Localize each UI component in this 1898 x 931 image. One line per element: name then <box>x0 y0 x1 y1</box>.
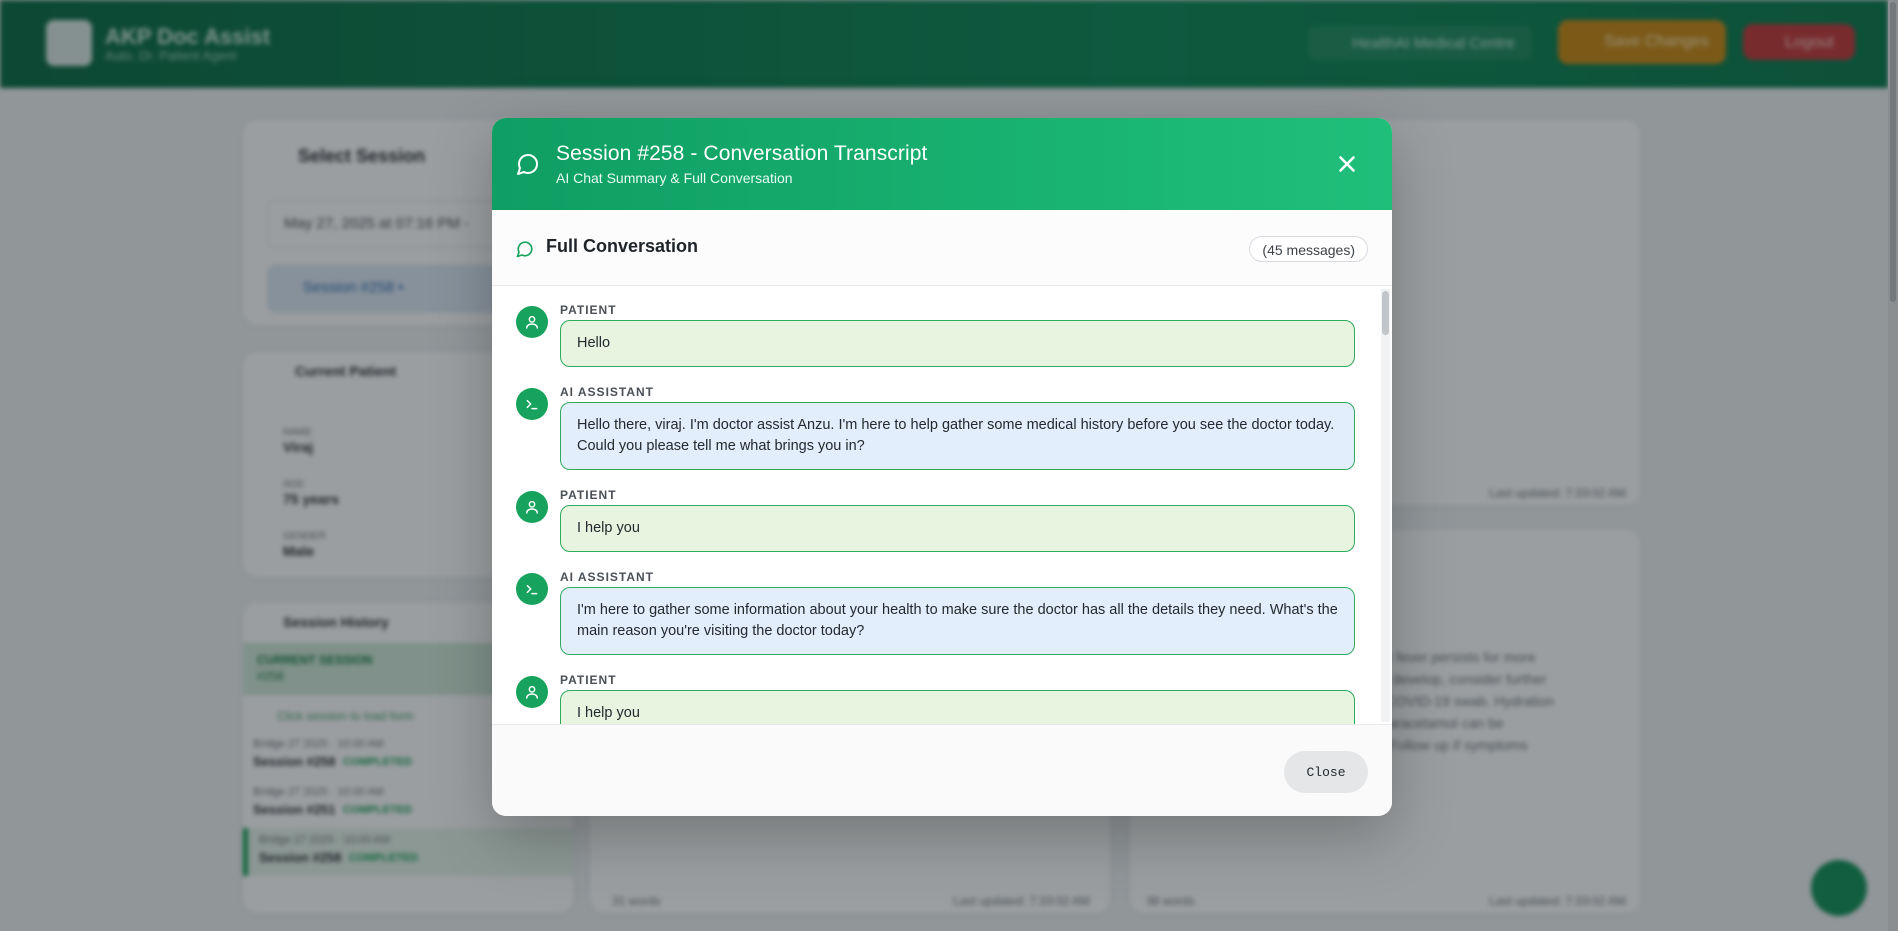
user-icon <box>525 500 539 514</box>
patient-avatar <box>516 676 548 708</box>
message-role: AI ASSISTANT <box>560 570 655 584</box>
ai-avatar <box>516 573 548 605</box>
close-icon[interactable] <box>1334 151 1360 177</box>
terminal-icon <box>526 399 538 410</box>
message-bubble: Hello there, viraj. I'm doctor assist An… <box>560 402 1355 470</box>
patient-avatar <box>516 491 548 523</box>
message-bubble: I'm here to gather some information abou… <box>560 587 1355 655</box>
message-bubble: I help you <box>560 690 1355 724</box>
terminal-icon <box>526 584 538 595</box>
patient-avatar <box>516 306 548 338</box>
close-button[interactable]: Close <box>1284 751 1368 793</box>
modal-footer: Close <box>492 724 1392 816</box>
user-icon <box>525 315 539 329</box>
section-title: Full Conversation <box>546 236 699 256</box>
message-bubble: I help you <box>560 505 1355 552</box>
transcript-modal: Session #258 - Conversation Transcript A… <box>492 118 1392 816</box>
modal-title: Session #258 - Conversation Transcript <box>556 142 928 165</box>
message-count-badge: (45 messages) <box>1249 236 1368 262</box>
message-role: PATIENT <box>560 673 617 687</box>
message-role: AI ASSISTANT <box>560 385 655 399</box>
user-icon <box>525 685 539 699</box>
message-role: PATIENT <box>560 488 617 502</box>
chat-bubble-icon <box>516 241 533 258</box>
modal-header: Session #258 - Conversation Transcript A… <box>492 118 1392 210</box>
conversation-scrollbar[interactable] <box>1381 289 1390 722</box>
ai-avatar <box>516 388 548 420</box>
conversation-header: Full Conversation (45 messages) <box>492 210 1392 286</box>
message-role: PATIENT <box>560 303 617 317</box>
chat-bubble-icon <box>517 154 538 175</box>
modal-subtitle: AI Chat Summary & Full Conversation <box>556 170 793 186</box>
conversation-list[interactable]: PATIENT Hello AI ASSISTANT Hello there, … <box>492 287 1392 724</box>
message-bubble: Hello <box>560 320 1355 367</box>
